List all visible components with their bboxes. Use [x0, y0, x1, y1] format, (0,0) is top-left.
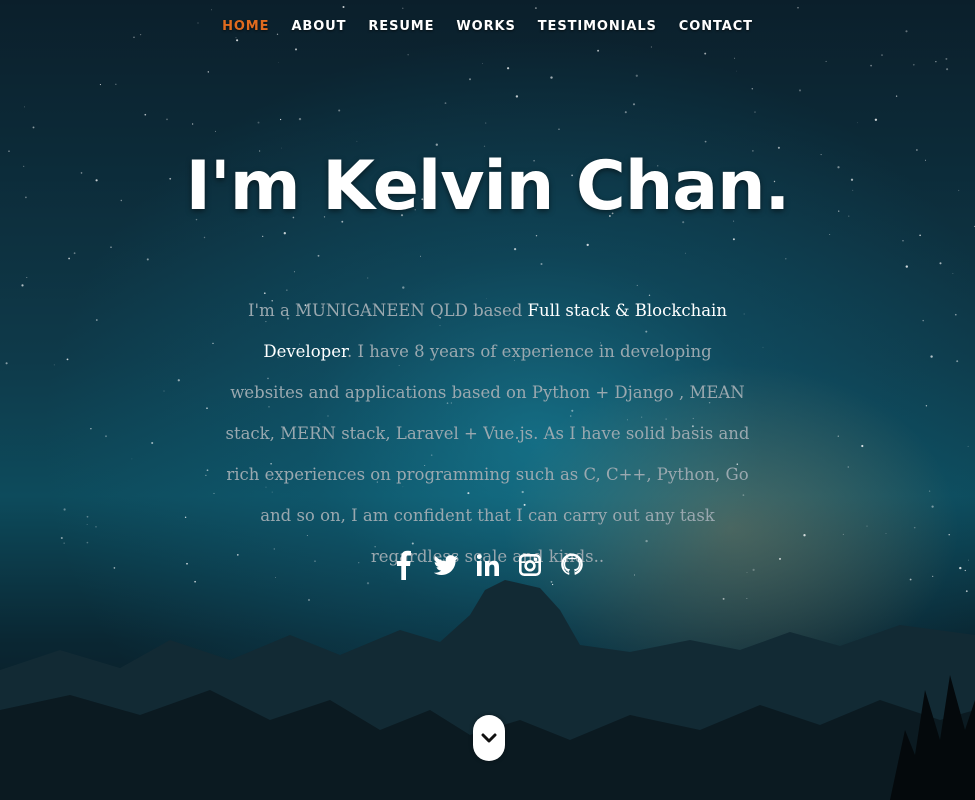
linkedin-icon[interactable]	[476, 548, 500, 582]
nav-testimonials[interactable]: TESTIMONIALS	[536, 15, 659, 38]
nav-contact[interactable]: CONTACT	[677, 15, 755, 38]
hero-headline: I'm Kelvin Chan.	[185, 147, 791, 226]
mountain-silhouette	[0, 580, 975, 800]
intro-text-rest: . I have 8 years of experience in develo…	[225, 342, 750, 566]
nav-home[interactable]: HOME	[220, 15, 271, 38]
nav-about[interactable]: ABOUT	[289, 15, 348, 38]
social-links	[0, 548, 975, 582]
nav-works[interactable]: WORKS	[454, 15, 517, 38]
hero-intro: I'm a MUNIGANEEN QLD based Full stack & …	[225, 290, 750, 577]
twitter-icon[interactable]	[433, 548, 458, 582]
instagram-icon[interactable]	[518, 548, 542, 582]
nav-resume[interactable]: RESUME	[366, 15, 436, 38]
chevron-down-icon	[481, 733, 497, 743]
intro-text-start: I'm a MUNIGANEEN QLD based	[248, 301, 528, 320]
main-nav: HOME ABOUT RESUME WORKS TESTIMONIALS CON…	[0, 0, 975, 52]
scroll-down-button[interactable]	[473, 715, 505, 761]
github-icon[interactable]	[560, 548, 584, 582]
facebook-icon[interactable]	[392, 548, 416, 582]
